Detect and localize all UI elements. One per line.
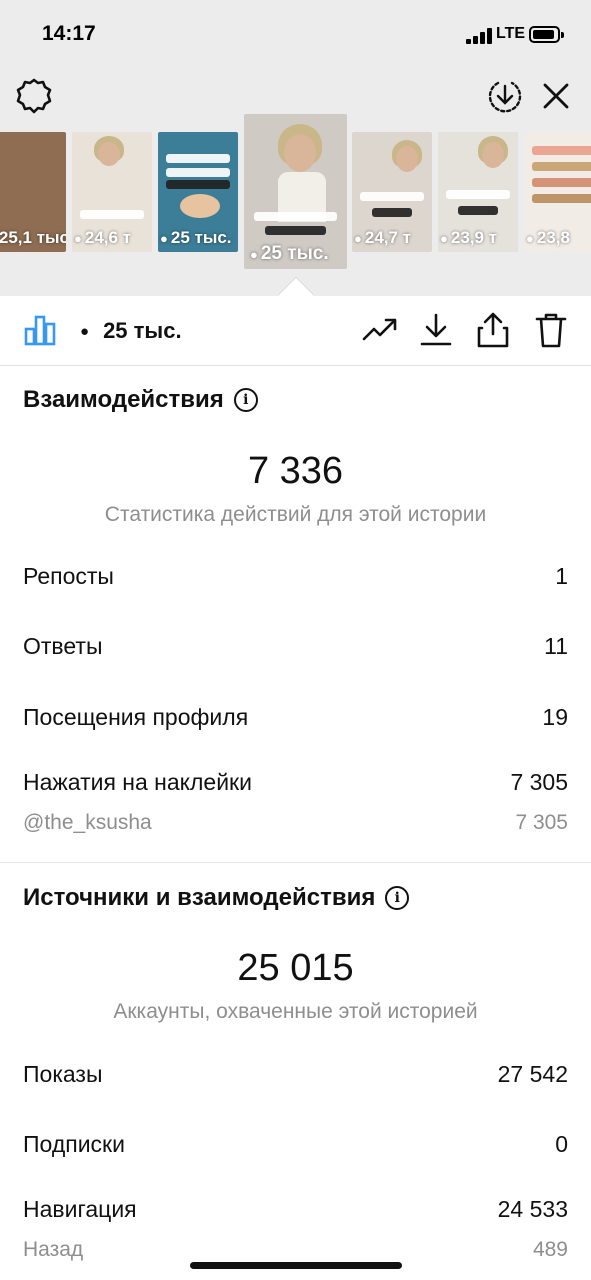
- section-divider: [0, 862, 591, 863]
- story-thumbnail[interactable]: ● 24,6 т: [72, 132, 152, 252]
- views-count: ● 25 тыс.: [80, 318, 182, 344]
- discovery-subtitle: Аккаунты, охваченные этой историей: [113, 1000, 478, 1023]
- stat-label: Навигация: [23, 1196, 137, 1222]
- stat-label: Посещения профиля: [23, 704, 249, 730]
- stat-value: 0: [555, 1131, 568, 1157]
- stat-label: Репосты: [23, 563, 114, 589]
- thumbnail-views: 23,9 т: [450, 228, 497, 247]
- stat-value: 19: [542, 704, 568, 730]
- battery-icon: [529, 26, 564, 43]
- trend-arrow-icon[interactable]: [360, 310, 400, 350]
- status-bar: 14:17 LTE: [0, 0, 591, 70]
- download-icon[interactable]: [416, 310, 456, 350]
- interactions-title-text: Взаимодействия: [23, 386, 224, 413]
- story-thumbnails-strip[interactable]: ●25,1 тыс. ●24,6 т ●25 тыс. ●25 тыс.: [0, 114, 591, 274]
- stat-sublabel: @the_ksusha: [23, 811, 152, 834]
- status-time: 14:17: [42, 22, 96, 45]
- stat-label: Ответы: [23, 633, 103, 659]
- stat-value: 24 533: [497, 1196, 568, 1222]
- network-label: LTE: [496, 25, 526, 42]
- stat-row-profile-visits: Посещения профиля 19: [23, 704, 568, 731]
- story-thumbnail[interactable]: ● 25 тыс.: [158, 132, 238, 252]
- discovery-total: 25 015: [237, 947, 354, 989]
- delete-trash-icon[interactable]: [531, 310, 571, 350]
- stat-label: Подписки: [23, 1131, 125, 1157]
- eye-icon: ●: [80, 322, 90, 340]
- stat-subvalue: 489: [532, 1238, 568, 1261]
- thumbnail-views: 25,1 тыс.: [0, 228, 66, 247]
- interactions-subtitle: Статистика действий для этой истории: [104, 503, 487, 526]
- thumbnail-views: 24,7 т: [364, 228, 411, 247]
- eye-icon: ●: [354, 230, 362, 246]
- stat-subrow-sticker-mention: @the_ksusha 7 305: [23, 811, 568, 835]
- story-thumbnail[interactable]: ● 24,7 т: [352, 132, 432, 252]
- share-icon[interactable]: [473, 310, 513, 350]
- thumbnail-views: 25 тыс.: [170, 228, 232, 247]
- story-thumbnail[interactable]: ● 23,9 т: [438, 132, 518, 252]
- thumbnail-views: 23,8: [536, 228, 570, 247]
- stat-row-reposts: Репосты 1: [23, 563, 568, 590]
- story-preview-header: 14:17 LTE ●25,1 тыс.: [0, 0, 591, 296]
- stat-label: Нажатия на наклейки: [23, 769, 252, 795]
- stat-value: 1: [555, 563, 568, 589]
- bar-chart-icon[interactable]: [20, 310, 60, 350]
- eye-icon: ●: [526, 230, 534, 246]
- eye-icon: ●: [250, 246, 258, 262]
- home-indicator[interactable]: [190, 1262, 402, 1269]
- story-thumbnail[interactable]: ● 23,8: [524, 132, 591, 252]
- stat-subrow-back: Назад 489: [23, 1238, 568, 1262]
- interactions-total: 7 336: [247, 450, 344, 492]
- views-label: 25 тыс.: [103, 318, 182, 343]
- info-icon[interactable]: i: [233, 388, 258, 412]
- story-thumbnail[interactable]: ●25,1 тыс.: [0, 132, 66, 252]
- eye-icon: ●: [74, 230, 82, 246]
- thumbnail-views: 25 тыс.: [260, 243, 329, 264]
- stat-sublabel: Назад: [23, 1238, 84, 1261]
- thumbnail-views: 24,6 т: [84, 228, 131, 247]
- story-thumbnail-selected[interactable]: ● 25 тыс.: [244, 114, 347, 269]
- stat-row-follows: Подписки 0: [23, 1131, 568, 1158]
- interactions-title: Взаимодействия i: [23, 386, 258, 414]
- stat-value: 27 542: [497, 1061, 568, 1087]
- stat-row-navigation: Навигация 24 533: [23, 1196, 568, 1223]
- stat-value: 11: [544, 633, 568, 659]
- stat-subvalue: 7 305: [515, 811, 568, 834]
- stat-label: Показы: [23, 1061, 103, 1087]
- discovery-title: Источники и взаимодействия i: [23, 884, 410, 912]
- settings-gear-icon[interactable]: [14, 76, 54, 116]
- story-toolbar: ● 25 тыс.: [0, 296, 591, 366]
- discovery-title-text: Источники и взаимодействия: [23, 884, 376, 911]
- close-icon[interactable]: [536, 76, 576, 116]
- stat-row-impressions: Показы 27 542: [23, 1061, 568, 1088]
- signal-icon: [466, 28, 494, 44]
- stat-row-sticker-taps: Нажатия на наклейки 7 305: [23, 769, 568, 796]
- eye-icon: ●: [440, 230, 448, 246]
- stat-row-replies: Ответы 11: [23, 633, 568, 660]
- eye-icon: ●: [160, 230, 168, 246]
- save-download-icon[interactable]: [485, 76, 525, 116]
- info-icon[interactable]: i: [385, 886, 410, 910]
- stat-value: 7 305: [510, 769, 568, 795]
